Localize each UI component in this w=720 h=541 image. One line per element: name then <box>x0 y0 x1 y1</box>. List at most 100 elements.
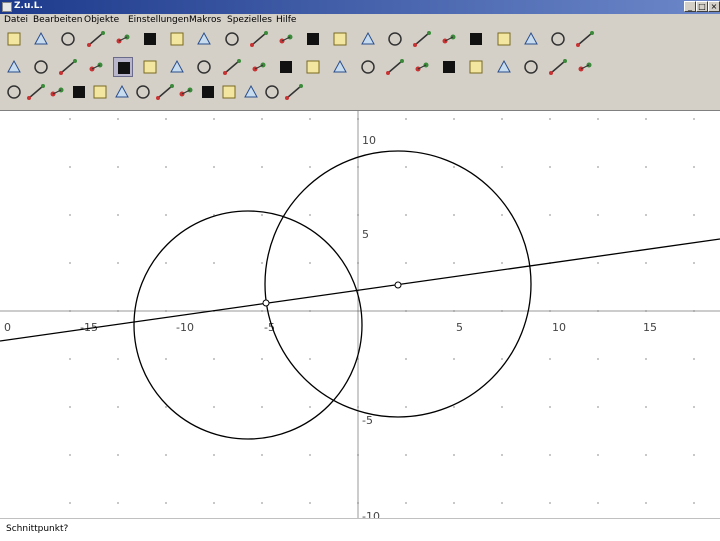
new-file-icon[interactable] <box>4 29 24 49</box>
point-right[interactable] <box>394 281 402 289</box>
ray-tool-icon[interactable] <box>58 57 78 77</box>
draw-tool-icon[interactable] <box>548 57 568 77</box>
angle-tool-icon[interactable] <box>276 57 296 77</box>
grid-point <box>117 262 119 264</box>
slash-tool-icon[interactable] <box>176 82 196 102</box>
cross-tool-icon[interactable] <box>112 82 132 102</box>
perpendicular-tool-icon[interactable] <box>222 57 242 77</box>
grid-point <box>261 406 263 408</box>
segment-tool-icon[interactable] <box>31 57 51 77</box>
undo-icon[interactable] <box>86 29 106 49</box>
text-tool-glyph <box>524 60 538 74</box>
grid-point <box>501 502 503 504</box>
open-file-glyph <box>34 31 49 45</box>
show-hide-icon[interactable] <box>358 29 378 49</box>
menu-special[interactable]: Spezielles <box>227 14 272 26</box>
fixed-angle-tool-icon[interactable] <box>303 57 323 77</box>
perpendicular-tool-glyph <box>222 59 241 75</box>
menu-objects[interactable]: Objekte <box>84 14 119 26</box>
point-tool-icon[interactable] <box>4 57 24 77</box>
grid-point <box>453 454 455 456</box>
circle-left[interactable] <box>133 210 363 440</box>
grid-point <box>501 262 503 264</box>
delete-icon[interactable] <box>113 29 133 49</box>
grid-point <box>261 502 263 504</box>
move-tool-icon[interactable] <box>330 57 350 77</box>
circle-center-tool-icon[interactable] <box>140 57 160 77</box>
point-left[interactable] <box>262 299 270 307</box>
menu-edit[interactable]: Bearbeiten <box>33 14 82 26</box>
info-icon[interactable] <box>575 29 595 49</box>
close-button[interactable]: × <box>708 1 720 12</box>
maximize-button[interactable]: □ <box>696 1 708 12</box>
angle-tool-glyph <box>280 61 292 73</box>
grid-point <box>405 118 407 120</box>
settings-tool-icon[interactable] <box>575 57 595 77</box>
text-tool-icon[interactable] <box>521 57 541 77</box>
colorize-icon[interactable] <box>194 29 214 49</box>
construction-view[interactable]: 0 -15 -10 -5 5 10 15 10 5 -5 -10 <box>0 111 720 518</box>
circle-tool-icon[interactable] <box>112 57 133 77</box>
trace-tool-icon[interactable] <box>284 82 304 102</box>
color-palette-icon[interactable] <box>548 29 568 49</box>
expression-tool-icon[interactable] <box>439 57 459 77</box>
point-style-icon[interactable] <box>412 29 432 49</box>
line-style-icon[interactable] <box>439 29 459 49</box>
triangle-tool-icon[interactable] <box>4 82 24 102</box>
polygon-tool-icon[interactable] <box>466 57 486 77</box>
line[interactable] <box>0 238 720 342</box>
save-file-icon[interactable] <box>58 29 78 49</box>
pencil-tool-icon[interactable] <box>90 82 110 102</box>
minimize-button[interactable]: _ <box>684 1 696 12</box>
polygon-shape-icon[interactable] <box>47 82 67 102</box>
grid-point <box>213 406 215 408</box>
title-bar: Z.u.L. _ □ × <box>0 0 720 14</box>
drawing-canvas[interactable]: 0 -15 -10 -5 5 10 15 10 5 -5 -10 <box>0 111 720 518</box>
midpoint-tool-icon[interactable] <box>249 57 269 77</box>
tangent-tool-icon[interactable] <box>219 82 239 102</box>
redo-icon[interactable] <box>140 29 160 49</box>
triangle-tool-glyph <box>7 85 21 99</box>
locus-tool-icon[interactable] <box>133 82 153 102</box>
menu-macros[interactable]: Makros <box>189 14 221 26</box>
edit-icon[interactable] <box>167 29 187 49</box>
polygon-tool-glyph <box>469 60 483 74</box>
grid-point <box>309 214 311 216</box>
intersect-tool-icon[interactable] <box>385 57 405 77</box>
hide-point-icon[interactable] <box>241 82 261 102</box>
normal-tool-icon[interactable] <box>262 82 282 102</box>
grid-point <box>69 358 71 360</box>
grid-point <box>645 358 647 360</box>
fill-black-icon[interactable] <box>385 29 405 49</box>
menu-settings[interactable]: Einstellungen <box>128 14 189 26</box>
circle3-tool-icon[interactable] <box>155 82 175 102</box>
magic-icon[interactable] <box>521 29 541 49</box>
grid-icon[interactable] <box>249 29 269 49</box>
bisector-tool-icon[interactable] <box>69 82 89 102</box>
grid-point <box>405 502 407 504</box>
y-tick-minus10: -10 <box>362 510 380 518</box>
grid-point <box>309 502 311 504</box>
open-file-icon[interactable] <box>31 29 51 49</box>
menu-help[interactable]: Hilfe <box>276 14 296 26</box>
zoom-icon[interactable] <box>466 29 486 49</box>
grid-point <box>165 262 167 264</box>
film-tool-icon[interactable] <box>412 57 432 77</box>
grid-point <box>645 166 647 168</box>
arc-tool-icon[interactable] <box>198 82 218 102</box>
document-icon[interactable] <box>303 29 323 49</box>
parallel-tool-icon[interactable] <box>194 57 214 77</box>
sort-icon[interactable] <box>222 29 242 49</box>
function-icon[interactable] <box>330 29 350 49</box>
grid-point <box>309 358 311 360</box>
arrow-tool-icon[interactable] <box>26 82 46 102</box>
curve-tool-icon[interactable] <box>494 57 514 77</box>
fixed-circle-tool-icon[interactable] <box>167 57 187 77</box>
menu-file[interactable]: Datei <box>4 14 28 26</box>
reflect-tool-icon[interactable] <box>358 57 378 77</box>
axes-icon[interactable] <box>494 29 514 49</box>
line-tool-icon[interactable] <box>86 57 106 77</box>
replay-icon[interactable] <box>276 29 296 49</box>
circle3-tool-glyph <box>155 84 174 100</box>
zoom-glyph <box>470 33 483 45</box>
